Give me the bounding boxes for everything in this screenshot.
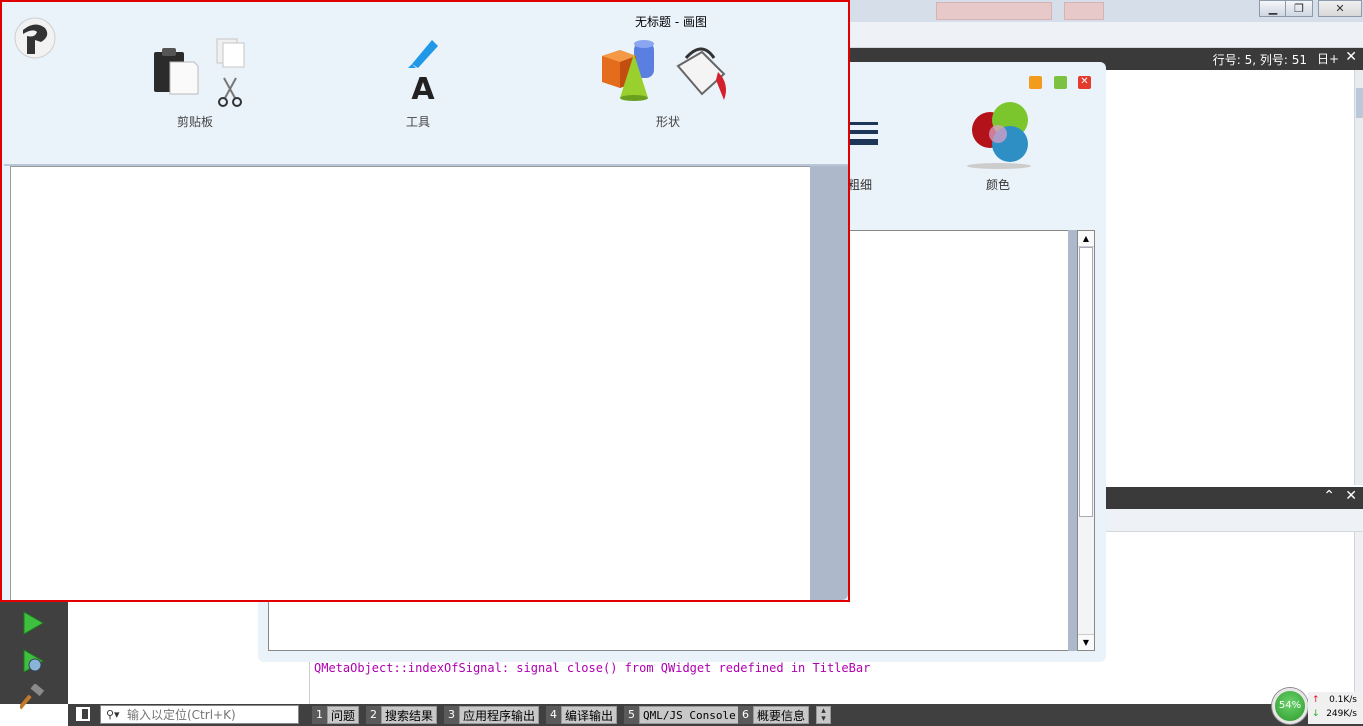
- background-tab[interactable]: [936, 2, 1052, 20]
- maximize-button[interactable]: [1054, 76, 1067, 89]
- code-editor[interactable]: [1106, 70, 1356, 485]
- tools-group-label: 工具: [406, 115, 431, 129]
- tab-number: 5: [624, 706, 639, 724]
- output-toolbar: [1106, 509, 1363, 532]
- output-tab-compile-output[interactable]: 4 编译输出: [546, 706, 618, 724]
- ide-menu-bar: [850, 22, 1363, 48]
- shape-group-label: 形状: [656, 115, 681, 129]
- download-speed: 249K/s: [1326, 709, 1357, 719]
- close-button[interactable]: ✕: [1078, 76, 1091, 89]
- tab-label: 概要信息: [753, 706, 810, 724]
- window-minimize-button[interactable]: ▁: [1259, 0, 1287, 17]
- output-message: QMetaObject::indexOfSignal: signal close…: [314, 661, 871, 675]
- scrollbar-thumb[interactable]: [1079, 247, 1093, 517]
- editor-scrollbar[interactable]: [1354, 70, 1363, 485]
- scroll-up-icon[interactable]: ▲: [1078, 231, 1094, 247]
- tab-number: 2: [366, 706, 381, 724]
- arrow-down-icon: ↓: [1312, 709, 1320, 719]
- window-restore-button[interactable]: ❐: [1285, 0, 1313, 17]
- stroke-width-icon[interactable]: [848, 120, 882, 152]
- ide-status-bar: ⚲▾ 1 问题 2 搜索结果 3 应用程序输出 4 编译输出 5 QML/JS …: [68, 704, 1363, 726]
- output-tab-issues[interactable]: 1 问题: [312, 706, 360, 724]
- tab-label: QML/JS Console: [639, 706, 740, 724]
- canvas-border-strip: [1068, 230, 1077, 651]
- cursor-position-label: 行号: 5, 列号: 51: [1212, 53, 1307, 67]
- output-tab-search-results[interactable]: 2 搜索结果: [366, 706, 438, 724]
- tab-number: 1: [312, 706, 327, 724]
- minimize-button[interactable]: [1029, 76, 1042, 89]
- locator[interactable]: ⚲▾: [100, 705, 299, 724]
- color-palette-icon[interactable]: [964, 98, 1034, 170]
- paint-canvas[interactable]: [10, 166, 810, 600]
- output-tab-general-messages[interactable]: 6 概要信息: [738, 706, 810, 724]
- app-logo-icon[interactable]: [13, 16, 57, 60]
- run-icon[interactable]: [20, 610, 46, 636]
- scrollbar-thumb[interactable]: [1356, 88, 1363, 118]
- canvas-scrollbar[interactable]: ▲ ▼: [1077, 230, 1095, 651]
- output-scrollbar[interactable]: [1354, 532, 1363, 692]
- chevron-up-icon[interactable]: ⌃: [1323, 488, 1335, 504]
- tab-label: 问题: [327, 706, 360, 724]
- split-editor-icon[interactable]: 日+: [1317, 50, 1339, 67]
- tab-label: 编译输出: [561, 706, 618, 724]
- window-close-button[interactable]: ✕: [1318, 0, 1362, 17]
- mode-sidebar: [0, 600, 68, 710]
- tab-number: 6: [738, 706, 753, 724]
- stroke-width-label: 粗细: [848, 178, 873, 192]
- tabs-more-button[interactable]: ▴ ▾: [816, 706, 831, 724]
- shapes-icon[interactable]: [600, 40, 660, 102]
- tab-label: 搜索结果: [381, 706, 438, 724]
- build-hammer-icon[interactable]: [20, 684, 46, 710]
- debug-run-icon[interactable]: [20, 648, 46, 674]
- tab-label: 应用程序输出: [459, 706, 540, 724]
- browser-tab-strip: [850, 0, 1250, 22]
- output-tab-application-output[interactable]: 3 应用程序输出: [444, 706, 540, 724]
- network-speed-panel: ↑ 0.1K/s ↓ 249K/s: [1308, 692, 1363, 724]
- output-pane-header: ⌃ ✕: [1106, 487, 1363, 509]
- fill-bucket-icon[interactable]: [674, 44, 732, 102]
- output-divider: [309, 660, 310, 704]
- search-icon: ⚲▾: [106, 708, 120, 721]
- paint-window: 无标题 - 画图 剪贴板 A 工具 形状: [0, 0, 850, 602]
- sidebar-toggle-icon[interactable]: [76, 707, 90, 721]
- output-tab-qml-console[interactable]: 5 QML/JS Console: [624, 706, 740, 724]
- cut-icon[interactable]: [215, 76, 245, 108]
- tab-number: 4: [546, 706, 561, 724]
- copy-icon[interactable]: [214, 37, 248, 69]
- arrow-up-icon: ↑: [1312, 695, 1320, 705]
- clipboard-group-label: 剪贴板: [177, 115, 214, 129]
- window-title: 无标题 - 画图: [635, 15, 707, 29]
- canvas-border-strip: [810, 166, 848, 600]
- paste-icon[interactable]: [152, 46, 200, 96]
- close-icon[interactable]: ✕: [1345, 488, 1357, 504]
- close-icon[interactable]: ✕: [1345, 49, 1357, 65]
- background-tab[interactable]: [1064, 2, 1104, 20]
- upload-speed: 0.1K/s: [1329, 695, 1357, 705]
- pen-icon[interactable]: [406, 36, 442, 70]
- color-label: 颜色: [986, 178, 1011, 192]
- scroll-down-icon[interactable]: ▼: [1078, 634, 1094, 650]
- network-gauge[interactable]: 54%: [1272, 688, 1308, 724]
- locator-input[interactable]: [127, 707, 295, 722]
- tab-number: 3: [444, 706, 459, 724]
- text-tool-icon[interactable]: A: [408, 74, 438, 106]
